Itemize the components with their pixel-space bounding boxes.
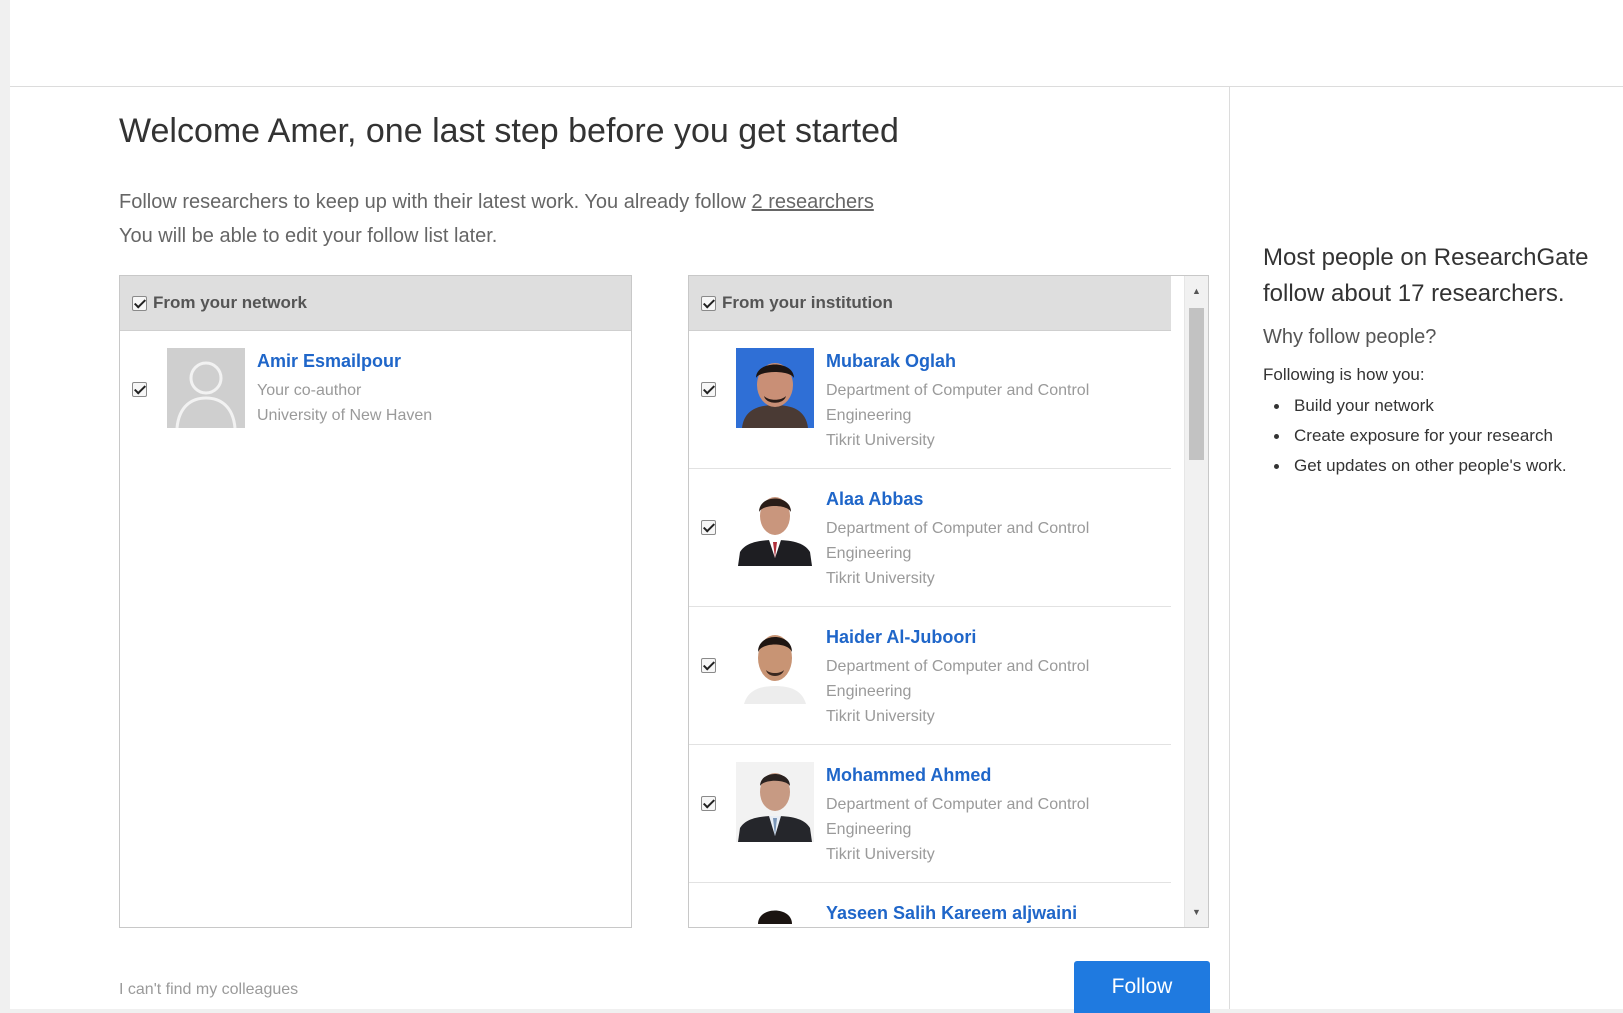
person-department: Department of Computer and Control — [826, 796, 1090, 813]
scroll-down-arrow-icon[interactable]: ▼ — [1185, 901, 1208, 923]
person-institution: Tikrit University — [826, 570, 935, 587]
scrollbar-thumb[interactable] — [1189, 308, 1204, 460]
intro-text: Follow researchers to keep up with their… — [119, 185, 874, 253]
network-panel: From your network Amir Esmailpour Your c… — [119, 275, 632, 928]
institution-panel-title: From your institution — [722, 293, 893, 312]
person-card: Alaa Abbas Department of Computer and Co… — [689, 469, 1171, 607]
network-select-all-checkbox[interactable] — [132, 295, 147, 311]
sidebar-following-intro: Following is how you: — [1263, 365, 1425, 384]
person-photo — [736, 348, 814, 428]
person-card: Haider Al-Juboori Department of Computer… — [689, 607, 1171, 745]
person-institution: Tikrit University — [826, 432, 935, 449]
person-institution: Tikrit University — [826, 708, 935, 725]
network-panel-header: From your network — [120, 276, 631, 331]
person-photo — [736, 624, 814, 704]
institution-list: Mubarak Oglah Department of Computer and… — [689, 331, 1208, 927]
person-name-link[interactable]: Yaseen Salih Kareem aljwaini — [826, 903, 1077, 924]
network-list: Amir Esmailpour Your co-author Universit… — [120, 331, 631, 469]
person-card: Yaseen Salih Kareem aljwaini — [689, 883, 1171, 927]
person-details: Department of Computer and Control Engin… — [826, 654, 1126, 729]
follow-button[interactable]: Follow — [1074, 961, 1210, 1013]
person-name-link[interactable]: Mubarak Oglah — [826, 351, 956, 372]
person-card: Mohammed Ahmed Department of Computer an… — [689, 745, 1171, 883]
column-divider — [1229, 87, 1230, 1009]
person-details: Your co-author University of New Haven — [257, 378, 557, 428]
institution-panel: From your institution Mubarak Oglah Depa… — [688, 275, 1209, 928]
institution-list-scrollbar[interactable]: ▲ ▼ — [1184, 276, 1208, 927]
person-photo — [736, 762, 814, 842]
info-sidebar: Most people on ResearchGate follow about… — [1263, 240, 1613, 481]
person-relation: Your co-author — [257, 382, 362, 399]
person-details: Department of Computer and Control Engin… — [826, 516, 1126, 591]
top-bar — [10, 0, 1623, 87]
person-department-cont: Engineering — [826, 545, 912, 562]
person-details: Department of Computer and Control Engin… — [826, 378, 1126, 453]
sidebar-benefit: Create exposure for your research — [1263, 421, 1613, 451]
network-panel-title: From your network — [153, 293, 307, 312]
person-card: Mubarak Oglah Department of Computer and… — [689, 331, 1171, 469]
already-following-link[interactable]: 2 researchers — [752, 191, 874, 213]
sidebar-why-heading: Why follow people? — [1263, 326, 1437, 348]
person-name-link[interactable]: Mohammed Ahmed — [826, 765, 991, 786]
person-department-cont: Engineering — [826, 821, 912, 838]
person-institution: University of New Haven — [257, 407, 433, 424]
sidebar-benefit: Build your network — [1263, 391, 1613, 421]
person-checkbox[interactable] — [701, 658, 716, 673]
institution-select-all-checkbox[interactable] — [701, 295, 716, 311]
sidebar-headline: Most people on ResearchGate follow about… — [1263, 244, 1589, 307]
page: Welcome Amer, one last step before you g… — [10, 0, 1623, 1013]
person-department-cont: Engineering — [826, 407, 912, 424]
person-checkbox[interactable] — [132, 382, 147, 397]
person-details: Department of Computer and Control Engin… — [826, 792, 1126, 867]
person-name-link[interactable]: Haider Al-Juboori — [826, 627, 976, 648]
intro-line-1: Follow researchers to keep up with their… — [119, 191, 752, 213]
default-avatar-icon — [167, 348, 245, 428]
cant-find-colleagues-link[interactable]: I can't find my colleagues — [119, 981, 298, 999]
person-photo — [736, 900, 814, 927]
sidebar-benefit: Get updates on other people's work. — [1263, 451, 1613, 481]
person-name-link[interactable]: Alaa Abbas — [826, 489, 923, 510]
person-institution: Tikrit University — [826, 846, 935, 863]
person-checkbox[interactable] — [701, 382, 716, 397]
person-department: Department of Computer and Control — [826, 382, 1090, 399]
person-checkbox[interactable] — [701, 796, 716, 811]
person-photo — [736, 486, 814, 566]
person-department: Department of Computer and Control — [826, 658, 1090, 675]
intro-line-2: You will be able to edit your follow lis… — [119, 225, 498, 247]
person-checkbox[interactable] — [701, 520, 716, 535]
sidebar-benefits-list: Build your network Create exposure for y… — [1263, 391, 1613, 481]
person-department: Department of Computer and Control — [826, 520, 1090, 537]
page-title: Welcome Amer, one last step before you g… — [119, 112, 899, 150]
scroll-up-arrow-icon[interactable]: ▲ — [1185, 280, 1208, 302]
person-name-link[interactable]: Amir Esmailpour — [257, 351, 401, 372]
institution-panel-header: From your institution — [689, 276, 1171, 331]
person-card: Amir Esmailpour Your co-author Universit… — [120, 331, 631, 469]
person-department-cont: Engineering — [826, 683, 912, 700]
